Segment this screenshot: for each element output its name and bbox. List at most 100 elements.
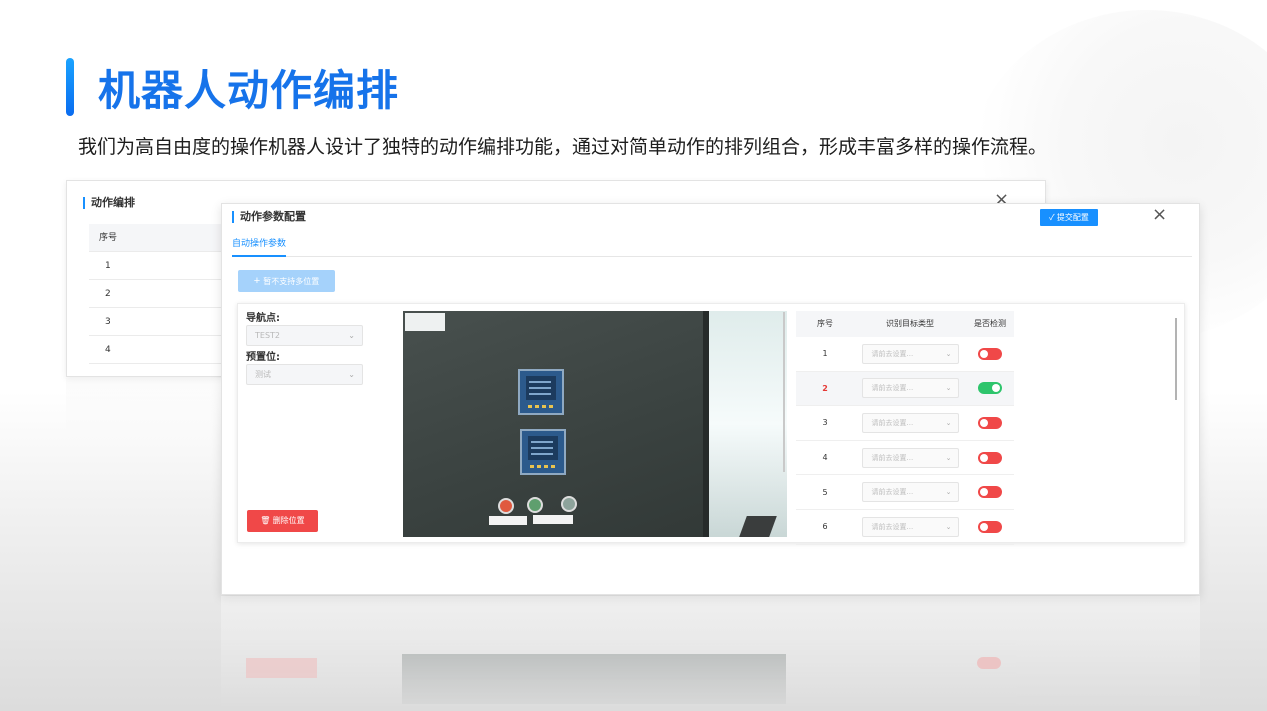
table-header-index: 序号 — [89, 224, 229, 252]
orchestration-table: 序号 1 2 3 4 — [89, 224, 229, 364]
meter-line — [529, 387, 551, 389]
camera-background-wall — [709, 311, 787, 537]
target-type-placeholder: 请前去设置... — [871, 384, 914, 393]
table-row[interactable]: 3 — [89, 308, 229, 336]
reflection-camera — [402, 654, 786, 704]
target-type-placeholder: 请前去设置... — [871, 453, 914, 462]
dialog-reflection — [221, 596, 1200, 711]
table-row[interactable]: 4 请前去设置... ⌄ — [796, 441, 1014, 476]
table-row[interactable]: 1 — [89, 252, 229, 280]
panel-title: 动作编排 — [83, 197, 135, 209]
tab-auto-operation-params[interactable]: 自动操作参数 — [232, 238, 287, 257]
header-detect: 是否检测 — [974, 319, 1006, 328]
preset-label: 预置位: — [246, 352, 280, 363]
chevron-down-icon: ⌄ — [348, 331, 355, 340]
detect-toggle[interactable] — [978, 451, 1002, 464]
position-card: 导航点: TEST2 ⌄ 预置位: 测试 ⌄ 🗑 删除位置 序号 识别目标类型 … — [237, 303, 1185, 545]
detect-toggle[interactable] — [978, 486, 1002, 499]
target-type-placeholder: 请前去设置... — [871, 418, 914, 427]
chevron-down-icon: ⌄ — [945, 384, 952, 393]
preset-select[interactable]: 测试 ⌄ — [246, 364, 363, 385]
meter-line — [531, 447, 553, 449]
target-type-cell: 请前去设置... ⌄ — [854, 378, 966, 399]
chevron-down-icon: ⌄ — [945, 453, 952, 462]
row-index: 1 — [822, 349, 828, 359]
table-row[interactable]: 1 请前去设置... ⌄ — [796, 337, 1014, 372]
meter-line — [529, 381, 551, 383]
indicator-lamp — [498, 498, 514, 514]
target-type-placeholder: 请前去设置... — [871, 349, 914, 358]
target-type-select[interactable]: 请前去设置... ⌄ — [861, 516, 959, 537]
target-table-header: 序号 识别目标类型 是否检测 — [796, 311, 1014, 337]
submit-config-button[interactable]: ✓ 提交配置 — [1040, 209, 1098, 226]
camera-cabinet-panel — [403, 311, 703, 537]
row-index: 5 — [822, 487, 828, 497]
add-position-label: 暂不支持多位置 — [263, 277, 320, 286]
row-index: 6 — [822, 522, 828, 532]
detect-toggle[interactable] — [978, 416, 1002, 429]
page-subtitle: 我们为高自由度的操作机器人设计了独特的动作编排功能，通过对简单动作的排列组合，形… — [78, 136, 1048, 158]
target-type-select[interactable]: 请前去设置... ⌄ — [861, 378, 959, 399]
detect-cell — [966, 451, 1014, 464]
panel-reflection — [66, 378, 221, 438]
target-type-cell: 请前去设置... ⌄ — [854, 343, 966, 364]
table-row[interactable]: 3 请前去设置... ⌄ — [796, 406, 1014, 441]
page-title: 机器人动作编排 — [98, 66, 400, 115]
toggle-knob — [992, 384, 1000, 393]
target-type-placeholder: 请前去设置... — [871, 522, 914, 531]
table-row[interactable]: 6 请前去设置... ⌄ — [796, 510, 1014, 545]
table-scrollbar[interactable] — [1175, 318, 1177, 400]
table-row[interactable]: 4 — [89, 336, 229, 364]
camera-preview — [403, 311, 787, 537]
indicator-lamp — [527, 497, 543, 513]
lamp-label — [489, 516, 527, 525]
target-type-cell: 请前去设置... ⌄ — [854, 482, 966, 503]
meter-line — [529, 393, 551, 395]
target-type-cell: 请前去设置... ⌄ — [854, 412, 966, 433]
indicator-lamp — [561, 496, 577, 512]
target-table: 序号 识别目标类型 是否检测 1 请前去设置... ⌄ 2 请前去设置... ⌄ 3 请前去设… — [796, 311, 1014, 545]
meter-keys — [528, 405, 556, 408]
detect-cell — [966, 416, 1014, 429]
row-index: 4 — [822, 453, 828, 463]
trash-icon: 🗑 — [260, 516, 273, 525]
preview-scrollbar[interactable] — [783, 312, 785, 472]
meter-line — [531, 441, 553, 443]
row-index: 3 — [822, 418, 828, 428]
nav-point-select[interactable]: TEST2 ⌄ — [246, 325, 363, 346]
preset-value: 测试 — [255, 370, 271, 379]
meter-keys — [530, 465, 558, 468]
detect-toggle[interactable] — [978, 520, 1002, 533]
target-type-select[interactable]: 请前去设置... ⌄ — [861, 412, 959, 433]
target-type-select[interactable]: 请前去设置... ⌄ — [861, 447, 959, 468]
chevron-down-icon: ⌄ — [945, 488, 952, 497]
toggle-knob — [980, 488, 988, 497]
title-accent-bar — [66, 58, 74, 116]
table-row[interactable]: 2 — [89, 280, 229, 308]
target-type-placeholder: 请前去设置... — [871, 488, 914, 497]
detect-cell — [966, 486, 1014, 499]
header-target-type: 识别目标类型 — [886, 319, 934, 328]
chevron-down-icon: ⌄ — [945, 418, 952, 427]
detect-toggle[interactable] — [978, 382, 1002, 395]
toggle-knob — [980, 349, 988, 358]
toggle-knob — [980, 522, 988, 531]
chevron-down-icon: ⌄ — [348, 370, 355, 379]
detect-cell — [966, 520, 1014, 533]
delete-position-button[interactable]: 🗑 删除位置 — [247, 510, 318, 532]
target-type-cell: 请前去设置... ⌄ — [854, 447, 966, 468]
detect-cell — [966, 382, 1014, 395]
power-meter — [520, 429, 566, 475]
close-icon[interactable]: × — [1152, 206, 1167, 224]
detect-toggle[interactable] — [978, 347, 1002, 360]
header-index: 序号 — [817, 319, 833, 328]
target-type-select[interactable]: 请前去设置... ⌄ — [861, 482, 959, 503]
target-type-select[interactable]: 请前去设置... ⌄ — [861, 343, 959, 364]
power-meter — [518, 369, 564, 415]
delete-position-label: 删除位置 — [272, 516, 305, 525]
add-position-button[interactable]: + 暂不支持多位置 — [238, 270, 335, 292]
reflection-toggle — [977, 657, 1001, 669]
table-row[interactable]: 5 请前去设置... ⌄ — [796, 475, 1014, 510]
table-row[interactable]: 2 请前去设置... ⌄ — [796, 371, 1014, 407]
camera-sticker — [405, 313, 445, 331]
